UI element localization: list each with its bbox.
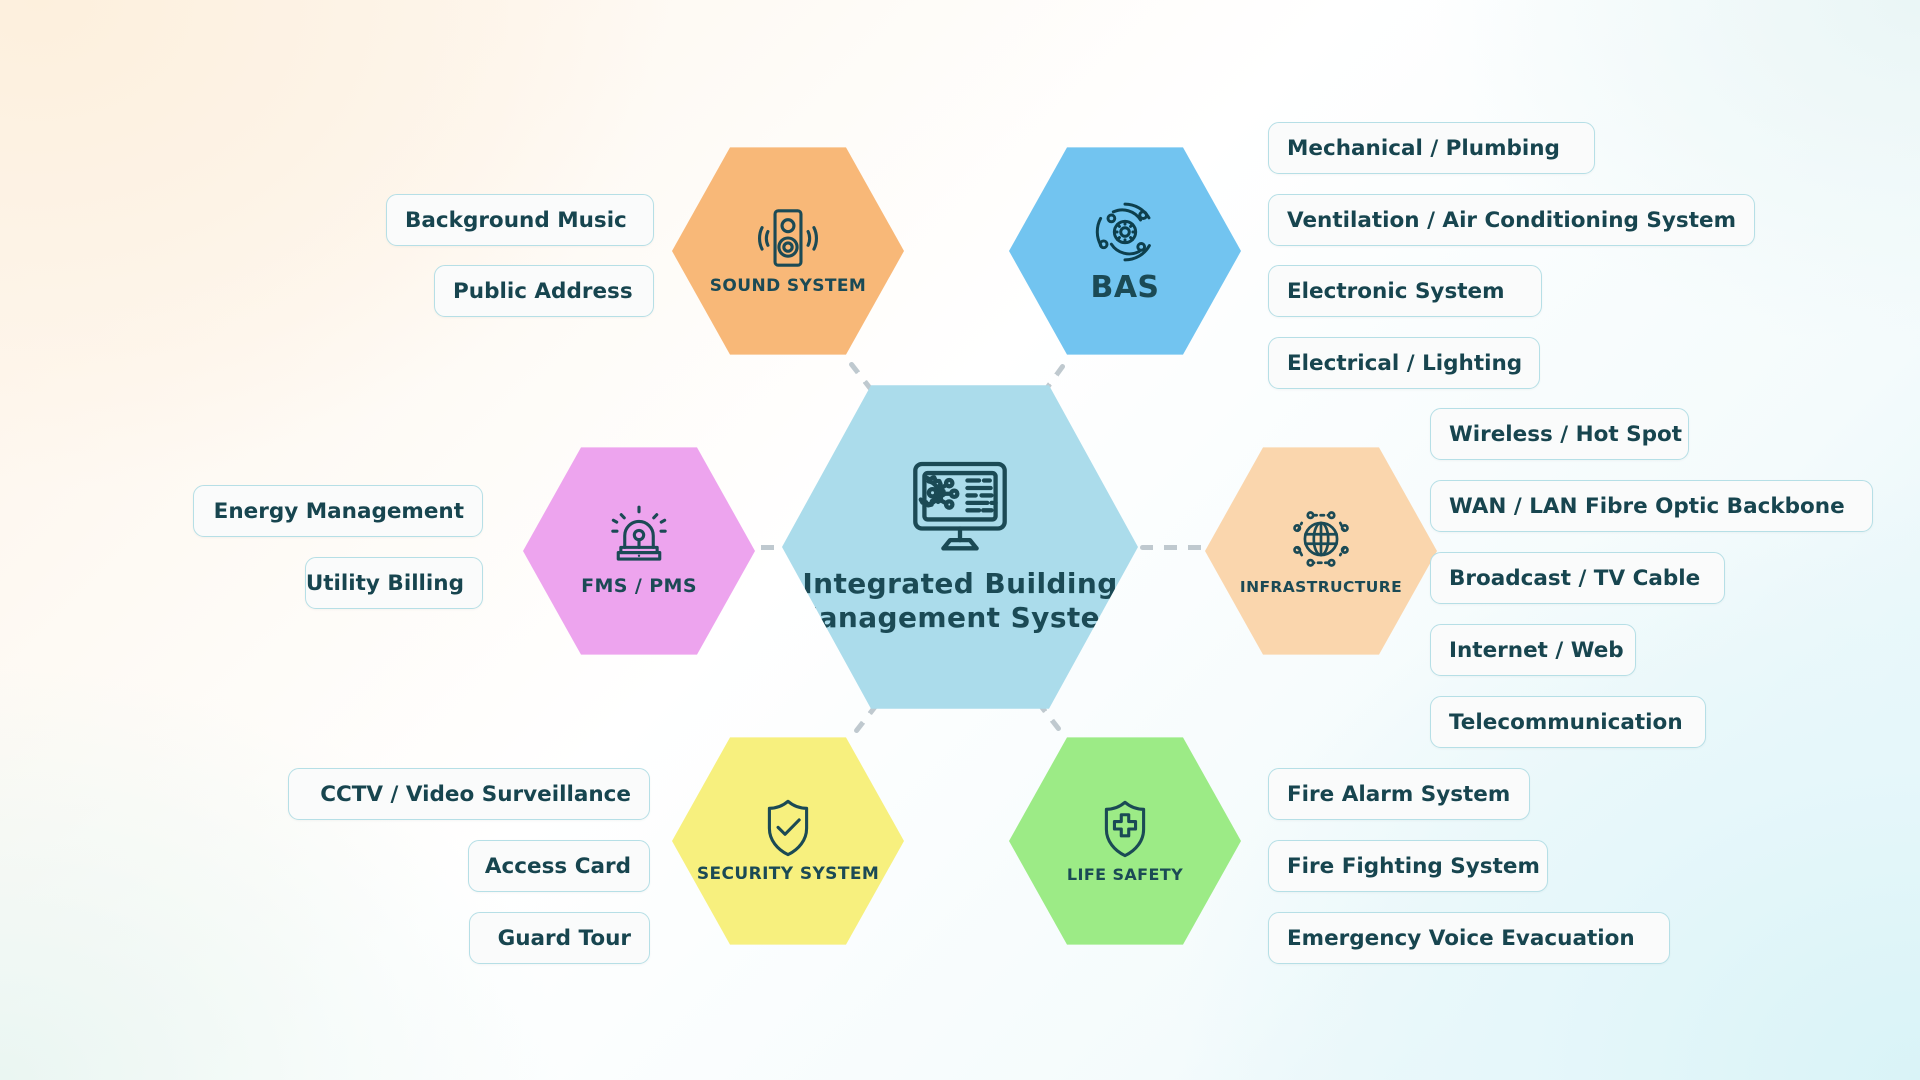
gear-orbit-icon	[1088, 197, 1162, 267]
item-label: Fire Alarm System	[1287, 781, 1511, 807]
item-broadcast-tv-cable[interactable]: Broadcast / TV Cable	[1430, 552, 1725, 604]
item-label: Electronic System	[1287, 278, 1505, 304]
node-sound-system[interactable]: SOUND SYSTEM	[672, 147, 904, 355]
item-label: Utility Billing	[305, 570, 464, 596]
item-label: Electrical / Lighting	[1287, 350, 1523, 376]
item-label: Wireless / Hot Spot	[1449, 421, 1683, 447]
shield-cross-icon	[1094, 798, 1156, 860]
item-public-address[interactable]: Public Address	[434, 265, 654, 317]
item-label: Emergency Voice Evacuation	[1287, 925, 1635, 951]
node-infrastructure[interactable]: INFRASTRUCTURE	[1205, 447, 1437, 655]
item-fire-alarm-system[interactable]: Fire Alarm System	[1268, 768, 1530, 820]
item-ventilation-air-conditioning-system[interactable]: Ventilation / Air Conditioning System	[1268, 194, 1755, 246]
item-cctv-video-surveillance[interactable]: CCTV / Video Surveillance	[288, 768, 650, 820]
connector-infra-center	[1140, 545, 1208, 550]
item-label: CCTV / Video Surveillance	[320, 781, 631, 807]
item-background-music[interactable]: Background Music	[386, 194, 654, 246]
item-label: Mechanical / Plumbing	[1287, 135, 1560, 161]
item-label: Background Music	[405, 207, 627, 233]
item-guard-tour[interactable]: Guard Tour	[469, 912, 650, 964]
item-label: Public Address	[453, 278, 633, 304]
security-system-label: SECURITY SYSTEM	[696, 864, 880, 885]
node-integrated-building-management-system[interactable]: Integrated Building Management System	[782, 385, 1138, 709]
node-bas[interactable]: BAS	[1009, 147, 1241, 355]
sound-system-label: SOUND SYSTEM	[709, 276, 867, 297]
item-label: Guard Tour	[497, 925, 631, 951]
item-fire-fighting-system[interactable]: Fire Fighting System	[1268, 840, 1548, 892]
speaker-icon	[753, 205, 823, 271]
node-fms-pms[interactable]: FMS / PMS	[523, 447, 755, 655]
item-label: Energy Management	[213, 498, 464, 524]
alarm-beacon-icon	[604, 504, 674, 570]
bas-label: BAS	[1090, 269, 1160, 305]
item-emergency-voice-evacuation[interactable]: Emergency Voice Evacuation	[1268, 912, 1670, 964]
item-wireless-hot-spot[interactable]: Wireless / Hot Spot	[1430, 408, 1689, 460]
shield-check-icon	[757, 797, 819, 859]
monitor-gear-network-icon	[906, 459, 1014, 555]
item-wan-lan-fibre-optic-backbone[interactable]: WAN / LAN Fibre Optic Backbone	[1430, 480, 1873, 532]
item-utility-billing[interactable]: Utility Billing	[305, 557, 483, 609]
diagram-canvas: Integrated Building Management System SO…	[0, 0, 1920, 1080]
item-label: WAN / LAN Fibre Optic Backbone	[1449, 493, 1845, 519]
globe-network-icon	[1285, 505, 1357, 573]
center-node-title: Integrated Building Management System	[790, 566, 1130, 634]
node-security-system[interactable]: SECURITY SYSTEM	[672, 737, 904, 945]
item-mechanical-plumbing[interactable]: Mechanical / Plumbing	[1268, 122, 1595, 174]
item-label: Internet / Web	[1449, 637, 1624, 663]
item-energy-management[interactable]: Energy Management	[193, 485, 483, 537]
item-internet-web[interactable]: Internet / Web	[1430, 624, 1636, 676]
item-label: Access Card	[484, 853, 631, 879]
life-safety-label: LIFE SAFETY	[1066, 864, 1184, 884]
node-life-safety[interactable]: LIFE SAFETY	[1009, 737, 1241, 945]
item-electrical-lighting[interactable]: Electrical / Lighting	[1268, 337, 1540, 389]
item-electronic-system[interactable]: Electronic System	[1268, 265, 1542, 317]
item-label: Telecommunication	[1449, 709, 1683, 735]
item-telecommunication[interactable]: Telecommunication	[1430, 696, 1706, 748]
item-label: Fire Fighting System	[1287, 853, 1540, 879]
item-access-card[interactable]: Access Card	[468, 840, 650, 892]
infrastructure-label: INFRASTRUCTURE	[1239, 578, 1403, 597]
item-label: Ventilation / Air Conditioning System	[1287, 207, 1736, 233]
item-label: Broadcast / TV Cable	[1449, 565, 1701, 591]
fms-pms-label: FMS / PMS	[581, 575, 697, 598]
